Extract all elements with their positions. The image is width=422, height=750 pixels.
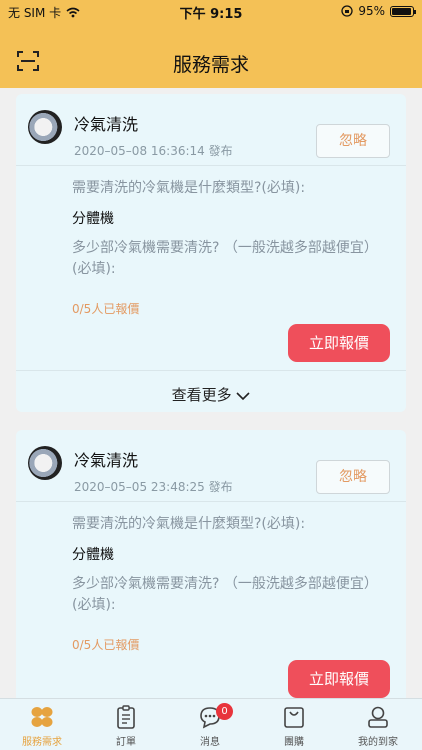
service-name: 冷氣清洗 <box>74 115 139 134</box>
quote-now-button[interactable]: 立即報價 <box>288 324 390 362</box>
tab-service-requests[interactable]: 服務需求 <box>0 699 84 750</box>
tab-bar: 服務需求 訂單 0 消息 團購 我的到家 <box>0 698 422 750</box>
battery-icon <box>390 5 416 17</box>
tab-label: 團購 <box>284 737 304 748</box>
tab-messages[interactable]: 0 消息 <box>168 699 252 750</box>
tab-label: 訂單 <box>116 737 136 748</box>
app-header: 无 SIM 卡 下午 9:15 95% 服務需求 <box>0 0 422 88</box>
battery-percent: 95% <box>358 4 385 18</box>
quote-now-button[interactable]: 立即報價 <box>288 660 390 698</box>
tab-orders[interactable]: 訂單 <box>84 699 168 750</box>
card-header: 冷氣清洗 2020–05–08 16:36:14 發布 忽略 <box>16 94 406 166</box>
tab-label: 消息 <box>200 737 220 748</box>
quote-count: 0/5人已報價 <box>72 302 140 316</box>
request-card[interactable]: 冷氣清洗 2020–05–05 23:48:25 發布 忽略 需要清洗的冷氣機是… <box>16 430 406 698</box>
page-title: 服務需求 <box>172 54 249 76</box>
see-more-label: 查看更多 <box>171 386 232 404</box>
tab-label: 服務需求 <box>22 737 62 748</box>
request-card[interactable]: 冷氣清洗 2020–05–08 16:36:14 發布 忽略 需要清洗的冷氣機是… <box>16 94 406 412</box>
service-name: 冷氣清洗 <box>74 451 139 470</box>
posted-time: 2020–05–08 16:36:14 發布 <box>74 144 233 158</box>
question-count: 多少部冷氣機需要清洗? （一般洗越多部越便宜）(必填): <box>72 576 378 613</box>
grid-icon <box>31 707 53 727</box>
ignore-button[interactable]: 忽略 <box>316 460 390 494</box>
clipboard-icon <box>117 705 135 729</box>
question-count: 多少部冷氣機需要清洗? （一般洗越多部越便宜）(必填): <box>72 240 378 277</box>
tab-label: 我的到家 <box>358 737 398 748</box>
posted-time: 2020–05–05 23:48:25 發布 <box>74 480 233 494</box>
see-more-button[interactable]: 查看更多 <box>16 370 406 418</box>
tab-group-buy[interactable]: 團購 <box>252 699 336 750</box>
answer-type: 分體機 <box>72 547 114 563</box>
orientation-lock-icon <box>341 5 353 17</box>
bag-icon <box>284 707 304 728</box>
status-bar: 无 SIM 卡 下午 9:15 95% <box>0 0 422 22</box>
service-avatar <box>28 110 62 144</box>
question-type: 需要清洗的冷氣機是什麼類型?(必填): <box>72 180 306 196</box>
service-avatar <box>28 446 62 480</box>
request-list[interactable]: 冷氣清洗 2020–05–08 16:36:14 發布 忽略 需要清洗的冷氣機是… <box>0 88 422 698</box>
answer-type: 分體機 <box>72 211 114 227</box>
nav-bar: 服務需求 <box>0 40 422 84</box>
user-icon <box>368 706 388 728</box>
tab-profile[interactable]: 我的到家 <box>336 699 420 750</box>
unread-badge: 0 <box>216 703 233 720</box>
quote-count: 0/5人已報價 <box>72 638 140 652</box>
chevron-down-icon <box>236 391 250 400</box>
question-type: 需要清洗的冷氣機是什麼類型?(必填): <box>72 516 306 532</box>
card-header: 冷氣清洗 2020–05–05 23:48:25 發布 忽略 <box>16 430 406 502</box>
ignore-button[interactable]: 忽略 <box>316 124 390 158</box>
